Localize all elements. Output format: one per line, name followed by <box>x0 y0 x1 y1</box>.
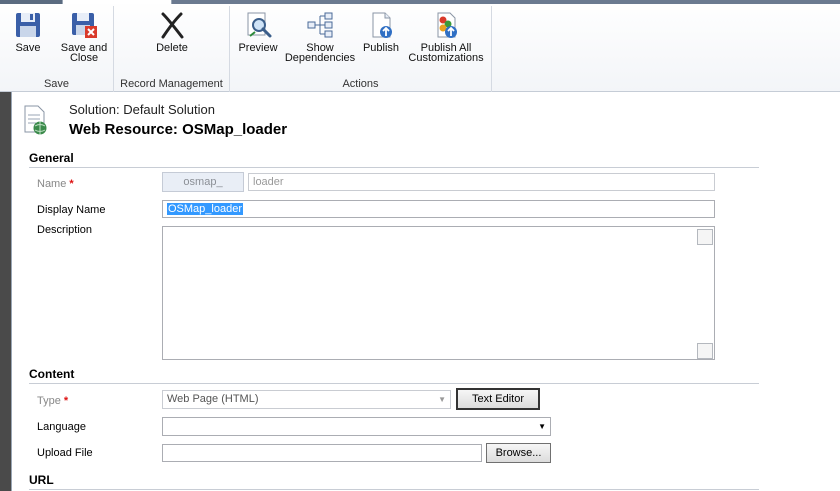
description-field[interactable] <box>162 226 715 360</box>
publish-all-customizations-button[interactable]: Publish All Customizations <box>404 10 488 64</box>
ribbon-tab-strip-right <box>172 0 840 4</box>
delete-button[interactable]: Delete <box>150 10 194 54</box>
form-pane: Solution: Default Solution Web Resource:… <box>11 92 840 491</box>
section-general-title: General <box>29 151 74 165</box>
preview-magnifier-icon <box>247 12 272 38</box>
required-marker: * <box>63 395 69 407</box>
ribbon-group-actions: Preview Show Dependencies Publish Publis… <box>230 6 492 92</box>
web-resource-icon <box>24 105 47 135</box>
publish-all-label-2: Customizations <box>408 52 484 64</box>
required-marker: * <box>69 178 74 190</box>
browse-button[interactable]: Browse... <box>486 443 551 463</box>
name-label-text: Name <box>37 178 67 190</box>
type-label-text: Type <box>37 395 61 407</box>
ribbon-tab-strip-left <box>0 0 62 4</box>
ribbon-group-record-management: Delete Record Management <box>114 6 230 92</box>
show-dependencies-label-2: Dependencies <box>284 52 356 64</box>
description-scroll-up[interactable] <box>697 229 713 245</box>
save-button-label: Save <box>15 42 41 54</box>
ribbon-group-save-label: Save <box>43 78 70 90</box>
page-title: Web Resource: OSMap_loader <box>69 121 288 138</box>
chevron-down-icon: ▼ <box>438 395 446 404</box>
publish-button-label: Publish <box>362 42 400 54</box>
show-dependencies-button[interactable]: Show Dependencies <box>282 10 358 64</box>
preview-button[interactable]: Preview <box>236 10 280 54</box>
name-label: Name * <box>37 178 74 190</box>
name-field[interactable]: loader <box>248 173 715 191</box>
type-select-value: Web Page (HTML) <box>167 393 259 405</box>
dependencies-tree-icon <box>307 12 333 38</box>
section-content-divider <box>29 383 759 384</box>
language-select[interactable]: ▼ <box>162 417 551 436</box>
description-label: Description <box>37 224 93 236</box>
display-name-field[interactable]: OSMap_loader <box>162 200 715 218</box>
solution-label: Solution: Default Solution <box>69 102 215 117</box>
ribbon-group-save: Save Save and Close Save <box>0 6 114 92</box>
text-editor-button[interactable]: Text Editor <box>456 388 540 410</box>
save-button[interactable]: Save <box>8 10 48 54</box>
delete-x-icon <box>161 12 184 39</box>
ribbon: Save Save and Close Save Delete Record M… <box>0 0 840 92</box>
description-scroll-down[interactable] <box>697 343 713 359</box>
section-general-divider <box>29 167 759 168</box>
section-url-divider <box>29 489 759 490</box>
upload-file-label: Upload File <box>37 447 93 459</box>
save-and-close-label-2: Close <box>69 52 99 64</box>
chevron-down-icon: ▼ <box>538 422 546 431</box>
language-label: Language <box>37 421 86 433</box>
section-url-title: URL <box>29 473 54 487</box>
display-name-value: OSMap_loader <box>167 203 243 215</box>
floppy-disk-icon <box>16 13 40 37</box>
ribbon-group-record-management-label: Record Management <box>120 78 223 90</box>
floppy-disk-close-icon <box>72 13 97 38</box>
publish-button[interactable]: Publish <box>358 10 404 54</box>
publish-all-icon <box>437 12 457 38</box>
publish-document-icon <box>372 12 392 38</box>
section-content-title: Content <box>29 367 75 381</box>
save-and-close-button[interactable]: Save and Close <box>56 10 112 64</box>
delete-button-label: Delete <box>156 42 188 54</box>
ribbon-group-actions-label: Actions <box>342 78 379 90</box>
preview-button-label: Preview <box>238 42 278 54</box>
display-name-label: Display Name <box>37 204 106 216</box>
type-label: Type * <box>37 395 68 407</box>
type-select[interactable]: Web Page (HTML) ▼ <box>162 390 451 409</box>
upload-file-input[interactable] <box>162 444 482 462</box>
name-prefix: osmap_ <box>162 172 244 192</box>
ribbon-tab-active[interactable] <box>62 0 172 4</box>
